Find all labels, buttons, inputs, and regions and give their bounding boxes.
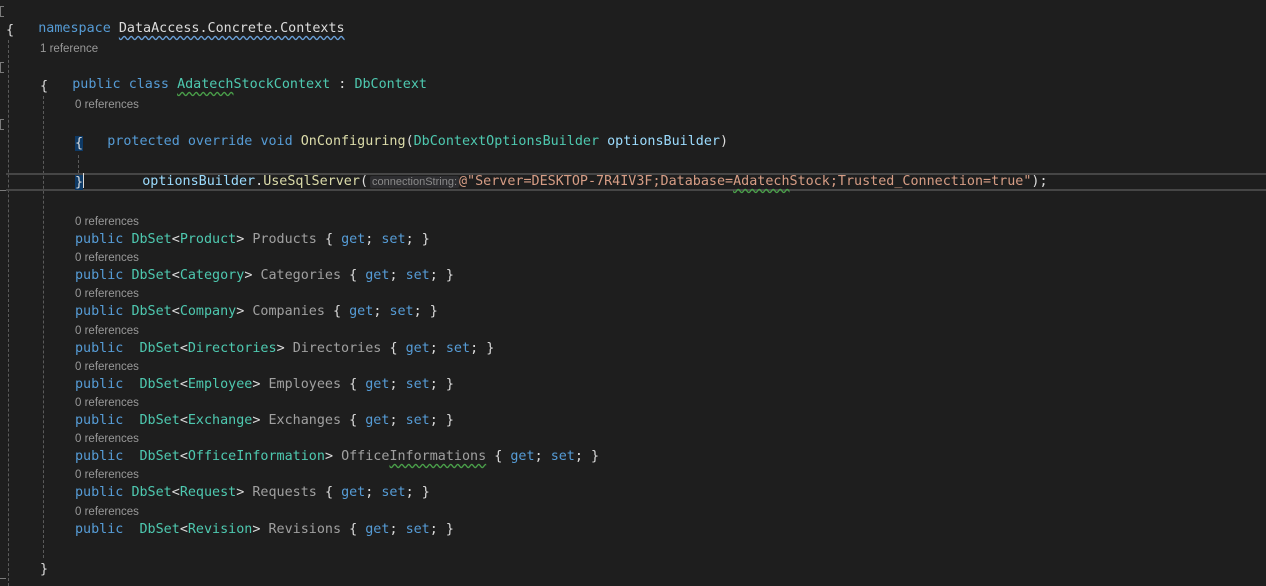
code-line-brace: { <box>75 135 1266 153</box>
entity-type[interactable]: Product <box>180 232 236 247</box>
codelens-references[interactable]: 0 references <box>75 287 139 301</box>
property-line: public DbSet<Category> Categories { get;… <box>75 268 454 284</box>
property-name[interactable]: Exchanges <box>269 413 342 428</box>
open-brace: { <box>40 79 49 94</box>
code-line-namespace: namespace DataAccess.Concrete.Contexts <box>6 2 1266 36</box>
code-editor[interactable]: namespace DataAccess.Concrete.Contexts {… <box>0 0 1266 586</box>
text-caret <box>83 173 85 188</box>
indent-guide <box>8 40 9 586</box>
code-line-usesqlserver: optionsBuilder.UseSqlServer(connectionSt… <box>142 174 1048 189</box>
code-line-brace-current: } <box>75 173 1266 191</box>
codelens-references[interactable]: 0 references <box>75 468 139 482</box>
code-line-class: public class AdatechStockContext : DbCon… <box>40 58 1266 92</box>
dbset-type[interactable]: DbSet <box>140 341 180 356</box>
property-name[interactable]: Employees <box>269 377 342 392</box>
dbset-type[interactable]: DbSet <box>140 413 180 428</box>
dbset-type[interactable]: DbSet <box>131 485 171 500</box>
entity-type[interactable]: Directories <box>188 341 277 356</box>
codelens-references[interactable]: 0 references <box>75 432 139 446</box>
fold-marker-namespace[interactable] <box>0 6 4 17</box>
property-name[interactable]: Products <box>252 232 317 247</box>
property-name[interactable]: OfficeInformations <box>341 449 486 464</box>
code-line-brace: { <box>40 78 1266 96</box>
fold-marker-method[interactable] <box>0 119 4 130</box>
property-name[interactable]: Categories <box>260 268 341 283</box>
dbset-type[interactable]: DbSet <box>131 232 171 247</box>
open-brace: { <box>6 23 15 38</box>
entity-type[interactable]: OfficeInformation <box>188 449 325 464</box>
modifier-keyword: public <box>75 485 124 501</box>
code-line-brace: { <box>6 22 1266 40</box>
property-line: public DbSet<Revision> Revisions { get; … <box>75 521 454 537</box>
entity-type[interactable]: Revision <box>188 522 253 537</box>
property-line: public DbSet<Request> Requests { get; se… <box>75 485 430 501</box>
property-line: public DbSet<Company> Companies { get; s… <box>75 304 438 320</box>
accessors: { get; set; } <box>333 304 438 320</box>
property-line: public DbSet<OfficeInformation> OfficeIn… <box>75 449 600 465</box>
modifier-keyword: public <box>75 232 124 247</box>
fold-marker-class[interactable] <box>0 62 4 73</box>
modifier-keyword: public <box>75 376 124 392</box>
modifier-keyword: public <box>75 449 124 465</box>
indent-guide <box>43 96 44 558</box>
codelens-references[interactable]: 0 references <box>75 360 139 374</box>
entity-type[interactable]: Request <box>180 485 236 500</box>
entity-type[interactable]: Category <box>180 268 245 283</box>
fold-end-marker <box>0 578 6 579</box>
accessors: { get; set; } <box>389 340 495 356</box>
entity-type[interactable]: Employee <box>188 377 253 392</box>
accessors: { get; set; } <box>349 376 454 392</box>
property-name[interactable]: Requests <box>252 485 317 500</box>
modifier-keyword: public <box>75 413 124 428</box>
codelens-references[interactable]: 0 references <box>75 505 139 519</box>
modifier-keyword: public <box>75 268 124 284</box>
entity-type[interactable]: Company <box>180 304 236 319</box>
property-line: public DbSet<Employee> Employees { get; … <box>75 376 454 392</box>
dbset-type[interactable]: DbSet <box>140 522 180 537</box>
accessors: { get; set; } <box>494 449 600 465</box>
accessors: { get; set; } <box>324 485 430 501</box>
property-line: public DbSet<Product> Products { get; se… <box>75 232 430 247</box>
property-name[interactable]: Directories <box>293 341 382 356</box>
accessors: { get; set; } <box>349 521 454 537</box>
modifier-keyword: public <box>75 304 124 320</box>
dbset-type[interactable]: DbSet <box>140 449 180 464</box>
open-brace-highlighted: { <box>75 136 84 151</box>
accessors: { get; set; } <box>349 268 454 284</box>
modifier-keyword: public <box>75 521 124 537</box>
property-line: public DbSet<Exchange> Exchanges { get; … <box>75 413 454 428</box>
codelens-references[interactable]: 0 references <box>75 396 139 410</box>
dbset-type[interactable]: DbSet <box>131 304 171 319</box>
codelens-references[interactable]: 1 reference <box>40 42 98 56</box>
entity-type[interactable]: Exchange <box>188 413 253 428</box>
codelens-references[interactable]: 0 references <box>75 98 139 112</box>
close-brace-highlighted: } <box>75 175 84 190</box>
dbset-type[interactable]: DbSet <box>131 268 171 283</box>
dbset-type[interactable]: DbSet <box>140 377 180 392</box>
modifier-keyword: public <box>75 340 124 356</box>
accessors: { get; set; } <box>349 413 454 428</box>
close-brace: } <box>40 562 49 577</box>
code-line-class-close: } <box>40 561 1266 579</box>
code-line-method: protected override void OnConfiguring(Db… <box>107 134 729 149</box>
codelens-references[interactable]: 0 references <box>75 251 139 265</box>
codelens-references[interactable]: 0 references <box>75 324 139 338</box>
property-name[interactable]: Companies <box>252 304 325 319</box>
accessors: { get; set; } <box>324 232 430 247</box>
property-line: public DbSet<Directories> Directories { … <box>75 340 495 356</box>
codelens-references[interactable]: 0 references <box>75 215 139 229</box>
property-name[interactable]: Revisions <box>269 522 342 537</box>
